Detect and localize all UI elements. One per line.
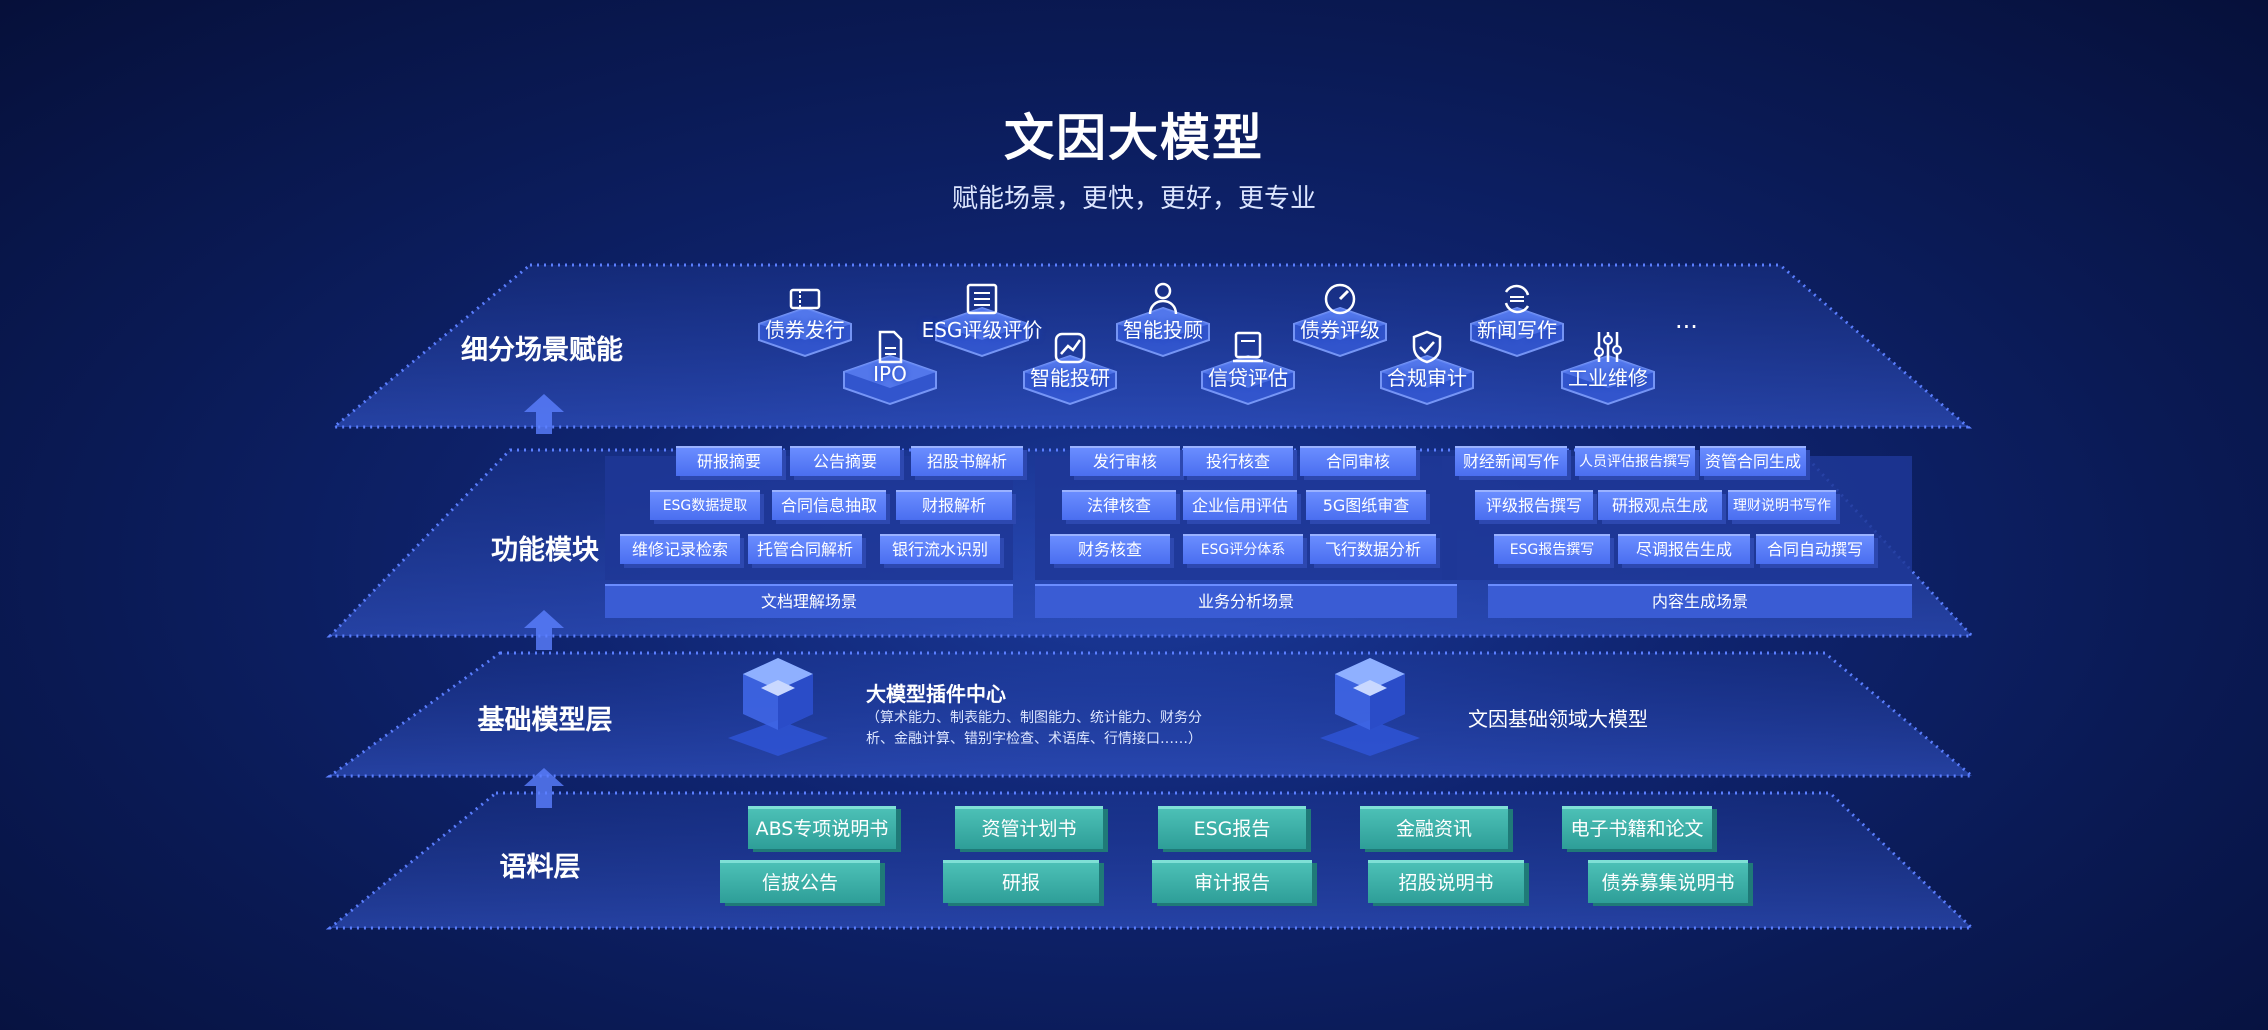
plugin-center-title: 大模型插件中心	[866, 682, 1006, 706]
function-tile: 人员评估报告撰写	[1575, 446, 1695, 476]
function-tile: 飞行数据分析	[1310, 534, 1436, 564]
function-tile: 企业信用评估	[1183, 490, 1297, 520]
scenario-badge: 工业维修	[1553, 328, 1663, 418]
page-title: 文因大模型	[1004, 109, 1264, 167]
function-tile: 财经新闻写作	[1455, 446, 1567, 476]
list-icon	[966, 283, 998, 315]
function-tile: 理财说明书写作	[1728, 490, 1836, 520]
function-tile: ESG数据提取	[650, 490, 760, 520]
function-tile: 研报摘要	[676, 446, 782, 476]
corpus-tile: 电子书籍和论文	[1562, 806, 1712, 849]
up-arrow-icon	[524, 768, 564, 808]
sliders-icon	[1594, 332, 1622, 362]
function-tile: 研报观点生成	[1598, 490, 1722, 520]
function-tile: 投行核查	[1183, 446, 1293, 476]
function-tile: 法律核查	[1062, 490, 1176, 520]
function-tile: 托管合同解析	[748, 534, 862, 564]
page-subtitle: 赋能场景，更快，更好，更专业	[951, 184, 1316, 214]
function-tile: 资管合同生成	[1700, 446, 1806, 476]
scenario-more: ...	[1675, 306, 1698, 334]
function-tile: 5G图纸审查	[1306, 490, 1426, 520]
corpus-tile: 债券募集说明书	[1588, 860, 1748, 903]
up-arrow-icon	[524, 394, 564, 434]
up-arrow-icon	[524, 610, 564, 650]
person-icon	[1148, 282, 1178, 315]
scenario-label: 工业维修	[1568, 366, 1648, 390]
function-tile: 公告摘要	[790, 446, 900, 476]
corpus-tile: ABS专项说明书	[748, 806, 896, 849]
layer-label-base: 基础模型层	[477, 705, 613, 736]
function-tile: ESG报告撰写	[1494, 534, 1610, 564]
plugin-cube-icon	[728, 658, 828, 756]
gauge-icon	[1324, 283, 1356, 315]
domain-model-cube-icon	[1320, 658, 1420, 756]
function-tile: 招股书解析	[911, 446, 1023, 476]
corpus-tile: 信披公告	[720, 860, 880, 903]
layer-label-scene: 细分场景赋能	[461, 335, 623, 366]
layer-label-corpus: 语料层	[499, 852, 581, 883]
corpus-tile: 金融资讯	[1360, 806, 1508, 849]
function-tile: 维修记录检索	[620, 534, 740, 564]
plugin-center-desc-1: （算术能力、制表能力、制图能力、统计能力、财务分	[866, 710, 1202, 726]
group-base-biz: 业务分析场景	[1035, 584, 1457, 618]
group-base-gen: 内容生成场景	[1488, 584, 1912, 618]
group-base-doc: 文档理解场景	[605, 584, 1013, 618]
function-tile: 合同信息抽取	[772, 490, 886, 520]
function-tile: 银行流水识别	[880, 534, 1000, 564]
function-tile: 财务核查	[1050, 534, 1170, 564]
function-tile: 尽调报告生成	[1618, 534, 1750, 564]
domain-model-title: 文因基础领域大模型	[1468, 707, 1648, 731]
ticket-icon	[789, 288, 821, 310]
function-tile: 财报解析	[896, 490, 1012, 520]
function-tile: 评级报告撰写	[1475, 490, 1593, 520]
function-tile: 合同审核	[1300, 446, 1416, 476]
refresh-icon	[1504, 284, 1530, 314]
corpus-tile: 招股说明书	[1368, 860, 1524, 903]
corpus-tile: 资管计划书	[955, 806, 1103, 849]
corpus-tile: 审计报告	[1152, 860, 1312, 903]
function-tile: ESG评分体系	[1183, 534, 1303, 564]
function-tile: 发行审核	[1070, 446, 1180, 476]
plugin-center-desc-2: 析、金融计算、错别字检查、术语库、行情接口……）	[866, 731, 1202, 747]
corpus-tile: ESG报告	[1158, 806, 1306, 849]
corpus-tile: 研报	[943, 860, 1099, 903]
function-tile: 合同自动撰写	[1756, 534, 1874, 564]
